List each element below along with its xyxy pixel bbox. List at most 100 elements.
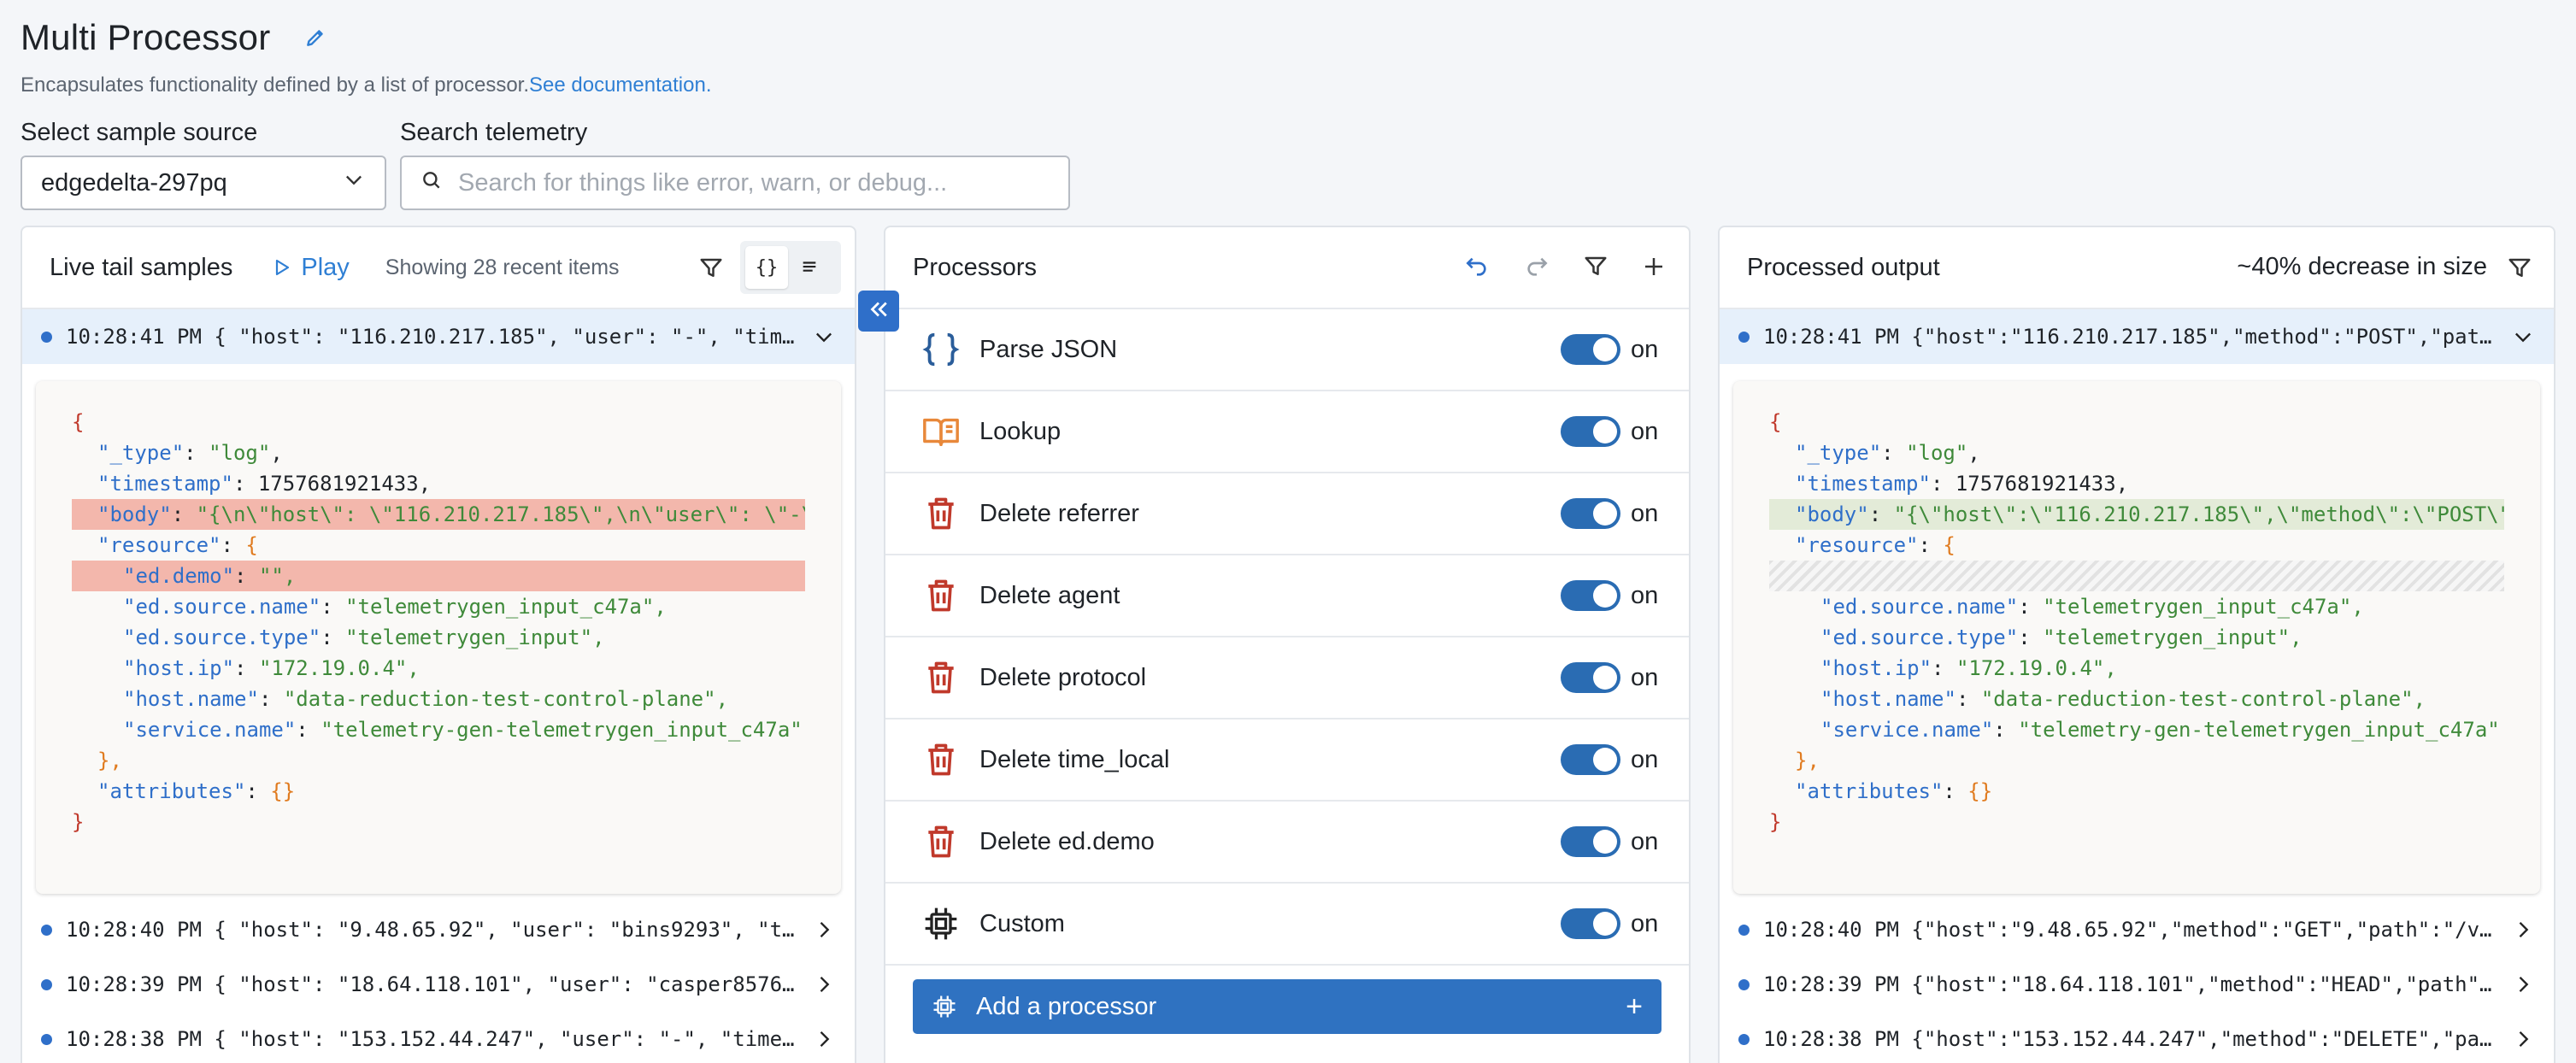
chevron-down-icon[interactable]: [2508, 321, 2538, 352]
processor-name: Delete referrer: [979, 499, 1139, 527]
log-row-text: 10:28:38 PM {"host":"153.152.44.247","me…: [1763, 1027, 2492, 1051]
play-icon: [276, 259, 290, 276]
chevron-right-icon[interactable]: [809, 914, 839, 945]
search-input[interactable]: [458, 168, 1039, 197]
book-icon: [920, 410, 962, 453]
json-viewer: { "_type": "log", "timestamp": 175768192…: [36, 381, 841, 894]
processor-toggle[interactable]: [1561, 416, 1620, 447]
processor-name: Parse JSON: [979, 335, 1118, 363]
live-tail-header: Live tail samples Play Showing 28 recent…: [22, 227, 855, 309]
collapse-panel-button[interactable]: [858, 291, 899, 332]
processor-name: Delete protocol: [979, 663, 1147, 691]
processor-row[interactable]: Delete protocol on: [885, 637, 1689, 719]
chevron-down-icon[interactable]: [809, 321, 839, 352]
processor-name: Delete agent: [979, 581, 1120, 609]
processor-toggle[interactable]: [1561, 662, 1620, 693]
status-dot: [1738, 331, 1750, 343]
chevron-right-icon[interactable]: [2508, 1024, 2538, 1054]
play-label: Play: [301, 253, 350, 281]
play-button[interactable]: Play: [272, 253, 350, 282]
json-line: "service.name": "telemetry-gen-telemetry…: [1820, 718, 2500, 742]
filter-icon[interactable]: [2504, 253, 2535, 284]
processor-name: Lookup: [979, 417, 1062, 445]
status-dot: [1738, 978, 1750, 990]
processor-row[interactable]: Delete agent on: [885, 555, 1689, 637]
processor-row[interactable]: Parse JSON on: [885, 309, 1689, 391]
processor-toggle[interactable]: [1561, 334, 1620, 365]
log-row[interactable]: 10:28:40 PM { "host": "9.48.65.92", "use…: [22, 902, 855, 957]
processor-toggle[interactable]: [1561, 744, 1620, 775]
json-line: {: [1769, 410, 1782, 434]
search-box: [400, 156, 1070, 210]
toggle-label: on: [1631, 909, 1659, 937]
status-dot: [41, 331, 52, 343]
log-row-selected[interactable]: 10:28:41 PM {"host":"116.210.217.185","m…: [1720, 309, 2554, 364]
json-line-deleted-placeholder: [1769, 561, 2504, 591]
chip-icon: [932, 994, 957, 1019]
toggle-label: on: [1631, 827, 1659, 855]
text-view-icon[interactable]: [788, 246, 831, 289]
chevron-down-icon: [342, 167, 366, 198]
processor-row[interactable]: Lookup on: [885, 391, 1689, 473]
json-line: "attributes": {}: [1795, 779, 1993, 803]
chip-icon: [920, 902, 962, 945]
log-row-text: 10:28:41 PM {"host":"116.210.217.185","m…: [1763, 325, 2492, 349]
log-row-selected[interactable]: 10:28:41 PM { "host": "116.210.217.185",…: [22, 309, 855, 364]
json-line: "timestamp": 1757681921433,: [1795, 472, 2129, 496]
chevron-right-icon[interactable]: [2508, 914, 2538, 945]
trash-icon: [920, 492, 962, 535]
processors-title: Processors: [913, 253, 1038, 281]
processor-row[interactable]: Delete time_local on: [885, 719, 1689, 802]
processor-row[interactable]: Custom on: [885, 884, 1689, 966]
log-row[interactable]: 10:28:39 PM {"host":"18.64.118.101","met…: [1720, 957, 2554, 1012]
showing-count: Showing 28 recent items: [385, 255, 620, 279]
filter-icon[interactable]: [696, 253, 726, 284]
json-line: },: [97, 749, 122, 772]
sample-source-value: edgedelta-297pq: [41, 168, 227, 197]
trash-icon: [920, 574, 962, 617]
json-view-icon[interactable]: {}: [745, 246, 788, 289]
pencil-icon[interactable]: [303, 25, 328, 50]
log-row-text: 10:28:40 PM {"host":"9.48.65.92","method…: [1763, 918, 2492, 942]
processor-toggle[interactable]: [1561, 498, 1620, 529]
redo-icon[interactable]: [1523, 253, 1550, 285]
json-line: }: [1769, 810, 1782, 834]
processor-row[interactable]: Delete ed.demo on: [885, 802, 1689, 884]
log-row[interactable]: 10:28:38 PM {"host":"153.152.44.247","me…: [1720, 1012, 2554, 1063]
sample-source-label: Select sample source: [21, 119, 258, 146]
processor-row[interactable]: Delete referrer on: [885, 473, 1689, 555]
plus-icon[interactable]: [1641, 254, 1667, 284]
processor-name: Delete time_local: [979, 745, 1170, 773]
processor-toggle[interactable]: [1561, 908, 1620, 939]
search-icon: [421, 169, 443, 197]
log-row[interactable]: 10:28:39 PM { "host": "18.64.118.101", "…: [22, 957, 855, 1012]
chevron-right-icon[interactable]: [809, 969, 839, 1000]
json-line: "_type": "log",: [1795, 441, 1980, 465]
chevron-right-icon[interactable]: [809, 1024, 839, 1054]
json-line: "attributes": {}: [97, 779, 296, 803]
search-telemetry-label: Search telemetry: [400, 119, 588, 146]
add-processor-button[interactable]: Add a processor +: [913, 979, 1661, 1034]
status-dot: [41, 1033, 52, 1045]
json-line: "host.name": "data-reduction-test-contro…: [1820, 687, 2426, 711]
json-line: "resource": {: [1795, 533, 1956, 557]
sample-source-select[interactable]: edgedelta-297pq: [21, 156, 386, 210]
json-line: {: [72, 410, 85, 434]
page-subtitle: Encapsulates functionality defined by a …: [21, 73, 712, 97]
view-toggle: {}: [740, 241, 841, 294]
json-line: "ed.source.name": "telemetrygen_input_c4…: [1820, 595, 2364, 619]
log-row[interactable]: 10:28:40 PM {"host":"9.48.65.92","method…: [1720, 902, 2554, 957]
log-row[interactable]: 10:28:38 PM { "host": "153.152.44.247", …: [22, 1012, 855, 1063]
undo-icon[interactable]: [1463, 253, 1491, 285]
filter-icon[interactable]: [1583, 254, 1609, 284]
documentation-link[interactable]: See documentation.: [529, 73, 711, 97]
processor-toggle[interactable]: [1561, 826, 1620, 857]
toggle-label: on: [1631, 581, 1659, 609]
chevron-right-icon[interactable]: [2508, 969, 2538, 1000]
json-line: "timestamp": 1757681921433,: [97, 472, 432, 496]
subtitle-text: Encapsulates functionality defined by a …: [21, 73, 530, 97]
processor-name: Custom: [979, 909, 1065, 937]
toggle-label: on: [1631, 417, 1659, 445]
json-viewer: { "_type": "log", "timestamp": 175768192…: [1733, 381, 2540, 894]
processor-toggle[interactable]: [1561, 580, 1620, 611]
